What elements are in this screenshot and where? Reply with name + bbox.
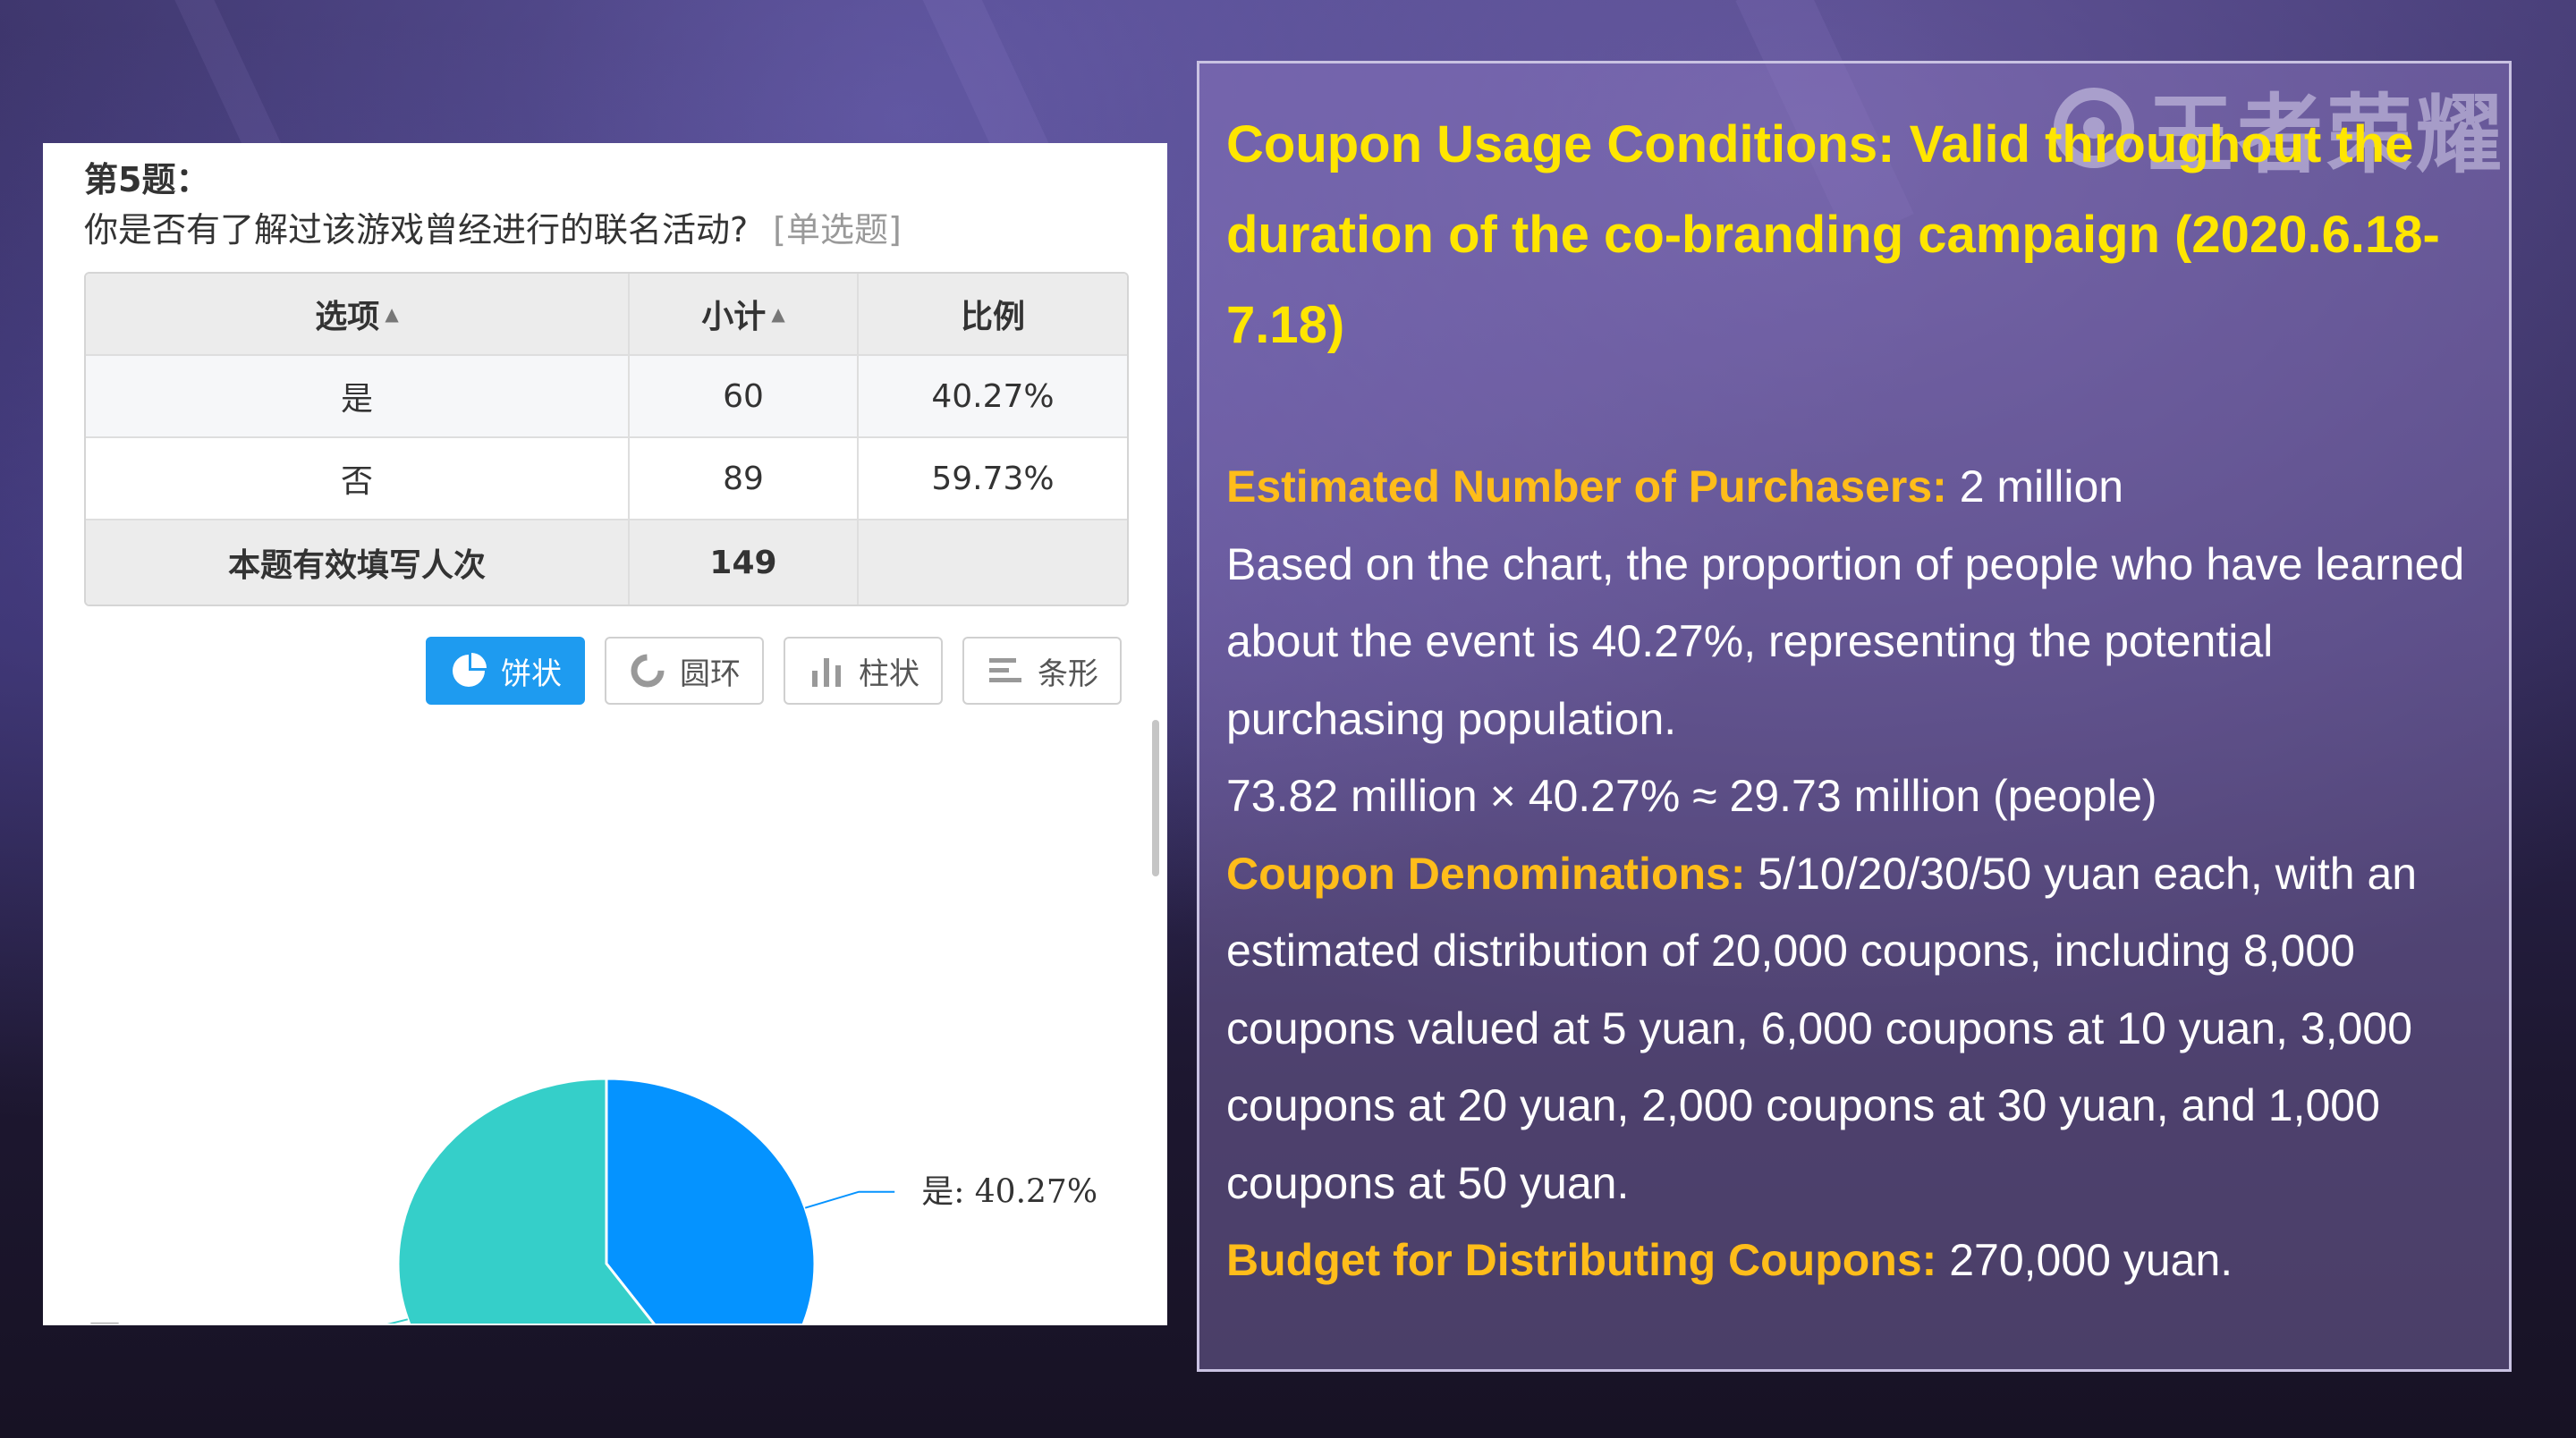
table-row: 是 60 40.27%	[86, 356, 1127, 438]
header-option-label: 选项	[315, 299, 380, 335]
row-option: 否	[86, 438, 630, 519]
header-ratio-label: 比例	[960, 299, 1025, 335]
chart-type-donut-button[interactable]: 圆环	[605, 637, 764, 705]
budget-label: Budget for Distributing Coupons:	[1226, 1235, 1937, 1285]
question-type: [单选题]	[773, 210, 902, 250]
scrollbar[interactable]	[1152, 720, 1159, 876]
question-number: 第5题：	[84, 160, 210, 199]
sort-icon[interactable]: ▲	[771, 303, 784, 325]
total-label: 本题有效填写人次	[86, 520, 630, 605]
purchasers-line: Estimated Number of Purchasers: 2 millio…	[1226, 448, 2496, 526]
chart-type-horizontal-bar-label: 条形	[1038, 656, 1098, 692]
chart-type-horizontal-bar-button[interactable]: 条形	[962, 637, 1122, 705]
denominations-label: Coupon Denominations:	[1226, 848, 1746, 899]
analysis-body: Estimated Number of Purchasers: 2 millio…	[1226, 448, 2496, 1299]
row-count: 89	[630, 438, 859, 519]
chart-type-bar-label: 柱状	[859, 656, 919, 692]
pie-data-label: 否: 59.73%	[89, 1319, 265, 1324]
question-text: 你是否有了解过该游戏曾经进行的联名活动?	[84, 210, 749, 250]
purchasers-label: Estimated Number of Purchasers:	[1226, 461, 1947, 512]
row-option: 是	[86, 356, 630, 436]
pie-chart: 是: 40.27% 否: 59.73%	[89, 1077, 1097, 1324]
basis-text: Based on the chart, the proportion of pe…	[1226, 538, 2465, 744]
budget-value: 270,000 yuan.	[1936, 1235, 2233, 1285]
pie-data-label: 是: 40.27%	[921, 1174, 1097, 1211]
chart-type-donut-label: 圆环	[680, 656, 741, 692]
header-ratio: 比例	[859, 274, 1127, 354]
table-row: 否 89 59.73%	[86, 438, 1127, 520]
total-count: 149	[630, 520, 859, 605]
survey-result-panel: 第5题： 你是否有了解过该游戏曾经进行的联名活动? [单选题] 选项 ▲ 小计 ▲ 比…	[43, 143, 1167, 1325]
donut-icon	[631, 654, 665, 688]
row-ratio: 59.73%	[931, 460, 1055, 497]
pie-icon	[453, 653, 487, 687]
denominations-paragraph: Coupon Denominations: 5/10/20/30/50 yuan…	[1226, 835, 2496, 1222]
question-text-line: 你是否有了解过该游戏曾经进行的联名活动? [单选题]	[84, 202, 902, 251]
header-count[interactable]: 小计 ▲	[630, 274, 859, 354]
bar-icon	[812, 658, 841, 687]
result-table: 选项 ▲ 小计 ▲ 比例 是 60 40.27% 否 89 59.73% 本题有效填…	[84, 272, 1129, 606]
sort-icon[interactable]: ▲	[385, 303, 398, 325]
table-header-row: 选项 ▲ 小计 ▲ 比例	[86, 274, 1127, 356]
chart-type-bar-button[interactable]: 柱状	[784, 637, 943, 705]
row-count: 60	[630, 356, 859, 436]
row-ratio: 40.27%	[931, 377, 1055, 415]
table-total-row: 本题有效填写人次 149	[86, 520, 1127, 605]
pie-label-line	[386, 1318, 409, 1324]
budget-line: Budget for Distributing Coupons: 270,000…	[1226, 1222, 2496, 1299]
header-option[interactable]: 选项 ▲	[86, 274, 630, 354]
chart-type-pie-label: 饼状	[501, 656, 562, 692]
total-ratio-empty	[859, 520, 1127, 605]
coupon-conditions-title: Coupon Usage Conditions: Valid throughou…	[1226, 115, 2440, 354]
denominations-value: 5/10/20/30/50 yuan each, with an estimat…	[1226, 848, 2418, 1208]
calculation-text: 73.82 million × 40.27% ≈ 29.73 million (…	[1226, 771, 2157, 821]
analysis-panel: 王者荣耀 Coupon Usage Conditions: Valid thro…	[1197, 61, 2512, 1372]
header-count-label: 小计	[701, 299, 767, 335]
horizontal-bar-icon	[989, 658, 1021, 682]
pie-label-line	[804, 1190, 895, 1209]
chart-type-pie-button[interactable]: 饼状	[426, 637, 585, 705]
purchasers-value: 2 million	[1946, 461, 2124, 512]
pie-slice-0[interactable]	[605, 1077, 817, 1324]
